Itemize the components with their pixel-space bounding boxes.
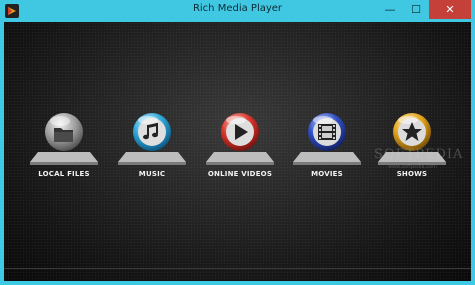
folder-icon bbox=[30, 113, 98, 165]
local-files-label: LOCAL FILES bbox=[38, 170, 90, 178]
minimize-button[interactable]: — bbox=[377, 0, 403, 19]
close-button[interactable]: ✕ bbox=[429, 0, 471, 19]
movies-tile[interactable]: MOVIES bbox=[287, 108, 367, 204]
music-tile[interactable]: MUSIC bbox=[112, 108, 192, 204]
title-bar[interactable]: Rich Media Player — ☐ ✕ bbox=[0, 0, 475, 22]
softpedia-watermark: SOFTPEDIA bbox=[374, 147, 464, 162]
shows-label: SHOWS bbox=[396, 170, 428, 178]
online-videos-label: ONLINE VIDEOS bbox=[207, 170, 273, 178]
main-menu: LOCAL FILES MUSIC ONLINE VIDEOS MOVIES S… bbox=[4, 22, 471, 281]
local-files-tile[interactable]: LOCAL FILES bbox=[24, 108, 104, 204]
star-icon bbox=[378, 113, 446, 165]
music-note-icon bbox=[118, 113, 186, 165]
app-window: Rich Media Player — ☐ ✕ LOCAL FILES MUSI… bbox=[0, 0, 475, 285]
maximize-button[interactable]: ☐ bbox=[403, 0, 429, 19]
softpedia-watermark-url: www.softpedia.com bbox=[388, 164, 437, 170]
play-icon bbox=[206, 113, 274, 165]
music-label: MUSIC bbox=[138, 170, 166, 178]
film-icon bbox=[293, 113, 361, 165]
online-videos-tile[interactable]: ONLINE VIDEOS bbox=[200, 108, 280, 204]
